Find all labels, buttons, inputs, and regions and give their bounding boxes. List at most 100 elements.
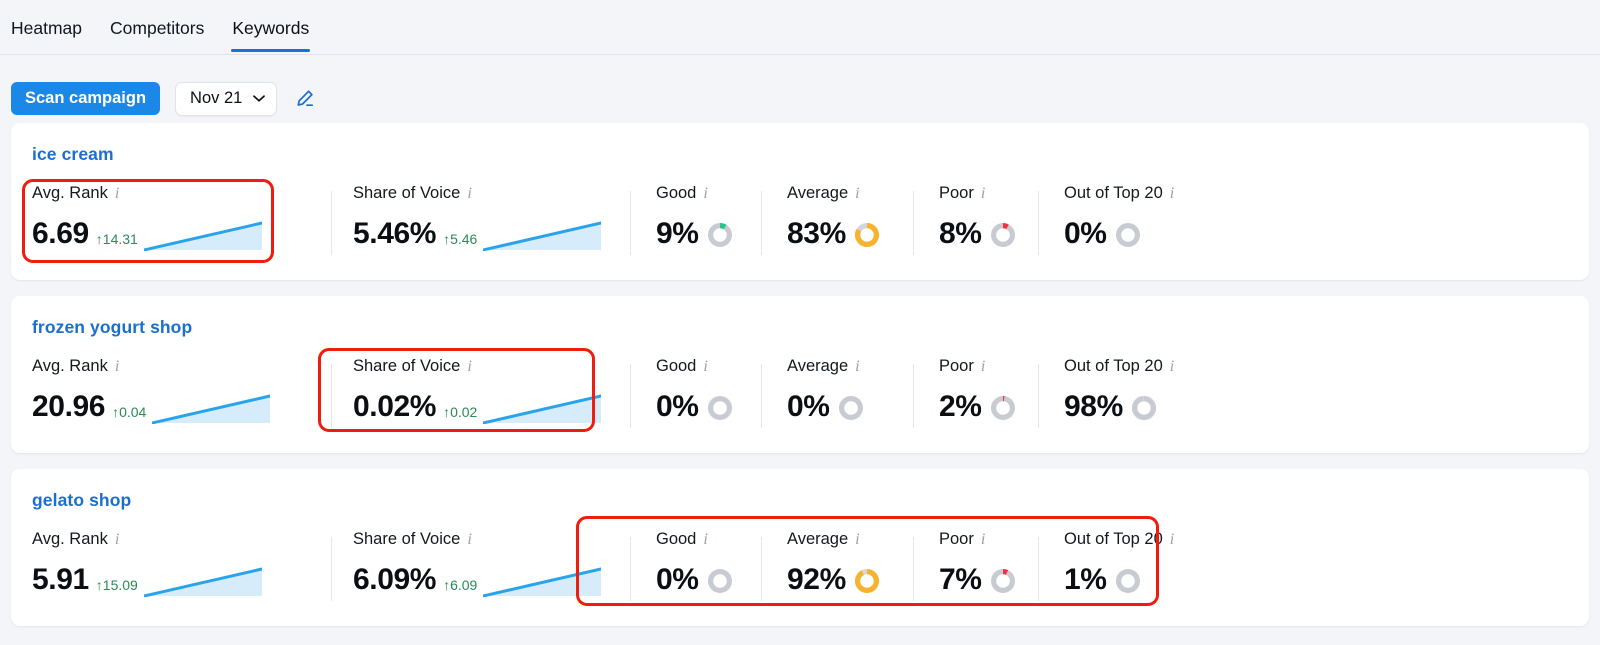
metric-divider [630, 537, 631, 601]
info-icon[interactable]: i [981, 359, 985, 375]
tab-heatmap[interactable]: Heatmap [11, 18, 82, 52]
metric-divider [1038, 537, 1039, 601]
keyword-card: gelato shopAvg. Ranki5.91↑15.09Share of … [11, 469, 1589, 626]
metric-good: Goodi9% [630, 184, 761, 262]
avg-rank-delta: ↑0.04 [112, 404, 146, 420]
metric-avg-rank: Avg. Rank i 5.91 ↑15.09 [32, 530, 331, 608]
metric-divider [1038, 191, 1039, 255]
keyword-title[interactable]: ice cream [32, 144, 114, 165]
info-icon[interactable]: i [467, 186, 471, 202]
avg-rank-delta: ↑15.09 [96, 577, 138, 593]
date-select[interactable]: Nov 21 [175, 82, 277, 116]
info-icon[interactable]: i [467, 532, 471, 548]
good-value: 0% [656, 390, 699, 424]
info-icon[interactable]: i [855, 359, 859, 375]
share-of-voice-delta: ↑0.02 [443, 404, 477, 420]
good-donut [706, 394, 734, 422]
pencil-icon [294, 88, 316, 110]
info-icon[interactable]: i [115, 359, 119, 375]
keyword-card: frozen yogurt shop Avg. Rank i 20.96 ↑0.04 Sh… [11, 296, 1589, 453]
sparkline [144, 567, 262, 597]
metric-avg-rank: Avg. Ranki6.69↑14.31 [32, 184, 331, 262]
scan-campaign-button[interactable]: Scan campaign [11, 82, 160, 115]
share-of-voice-label: Share of Voicei [353, 357, 630, 376]
poor-value: 8% [939, 217, 982, 251]
poor-value: 2% [939, 390, 982, 424]
average-label-text: Average [787, 530, 848, 549]
out-of-top-20-donut [1114, 567, 1142, 595]
out-of-top-20-label-text: Out of Top 20 [1064, 184, 1163, 203]
keyword-title[interactable]: gelato shop [32, 490, 131, 511]
info-icon[interactable]: i [467, 359, 471, 375]
metric-out-of-top-20: Out of Top 20i1% [1038, 530, 1213, 608]
tab-competitors[interactable]: Competitors [110, 18, 204, 52]
avg-rank-value: 20.96 [32, 390, 105, 424]
poor-label: Poori [939, 357, 1038, 376]
out-of-top-20-label-text: Out of Top 20 [1064, 530, 1163, 549]
avg-rank-label: Avg. Rank i [32, 530, 331, 549]
average-label: Average i [787, 530, 913, 549]
metrics-row: Avg. Ranki6.69↑14.31Share of Voicei5.46%… [32, 184, 1589, 262]
average-value: 92% [787, 563, 846, 597]
tab-keywords[interactable]: Keywords [232, 18, 309, 52]
share-of-voice-label-text: Share of Voice [353, 184, 460, 203]
metric-avg-rank: Avg. Rank i 20.96 ↑0.04 [32, 357, 331, 435]
toolbar: Scan campaign Nov 21 [0, 55, 1600, 123]
poor-label: Poori [939, 530, 1038, 549]
good-label: Goodi [656, 530, 761, 549]
share-of-voice-value: 5.46% [353, 217, 436, 251]
info-icon[interactable]: i [703, 532, 707, 548]
good-label-text: Good [656, 184, 696, 203]
out-of-top-20-label: Out of Top 20i [1064, 357, 1213, 376]
metric-divider [913, 364, 914, 428]
metric-share-of-voice: Share of Voicei5.46%↑5.46 [331, 184, 630, 262]
out-of-top-20-label: Out of Top 20 i [1064, 530, 1213, 549]
good-donut [706, 221, 734, 249]
info-icon[interactable]: i [1170, 359, 1174, 375]
average-label: Average i [787, 184, 913, 203]
info-icon[interactable]: i [703, 359, 707, 375]
info-icon[interactable]: i [981, 532, 985, 548]
average-value: 83% [787, 217, 846, 251]
good-label: Goodi [656, 184, 761, 203]
avg-rank-label: Avg. Rank i [32, 357, 331, 376]
average-label-text: Average [787, 184, 848, 203]
poor-donut [989, 221, 1017, 249]
out-of-top-20-donut [1130, 394, 1158, 422]
good-value: 9% [656, 217, 699, 251]
sparkline [483, 221, 601, 251]
chevron-down-icon [253, 95, 265, 102]
avg-rank-label-text: Avg. Rank [32, 357, 108, 376]
metric-divider [761, 537, 762, 601]
info-icon[interactable]: i [855, 186, 859, 202]
share-of-voice-delta: ↑6.09 [443, 577, 477, 593]
metric-average: Average i 83% [761, 184, 913, 262]
metric-divider [761, 364, 762, 428]
avg-rank-label-text: Avg. Rank [32, 530, 108, 549]
metric-share-of-voice: Share of Voicei0.02%↑0.02 [331, 357, 630, 435]
metric-poor: Poori7% [913, 530, 1038, 608]
info-icon[interactable]: i [981, 186, 985, 202]
out-of-top-20-value: 0% [1064, 217, 1107, 251]
info-icon[interactable]: i [855, 532, 859, 548]
info-icon[interactable]: i [1170, 532, 1174, 548]
edit-campaign-button[interactable] [292, 86, 318, 112]
avg-rank-value: 5.91 [32, 563, 89, 597]
metric-average: Averagei0% [761, 357, 913, 435]
metric-poor: Poori 2% [913, 357, 1038, 435]
metric-divider [331, 537, 332, 601]
poor-donut [989, 394, 1017, 422]
poor-donut [989, 567, 1017, 595]
metric-divider [913, 191, 914, 255]
out-of-top-20-value: 98% [1064, 390, 1123, 424]
info-icon[interactable]: i [1170, 186, 1174, 202]
keyword-title[interactable]: frozen yogurt shop [32, 317, 192, 338]
good-donut [706, 567, 734, 595]
info-icon[interactable]: i [703, 186, 707, 202]
poor-label-text: Poor [939, 184, 974, 203]
avg-rank-label-text: Avg. Rank [32, 184, 108, 203]
metrics-row: Avg. Ranki5.91↑15.09Share of Voicei6.09%… [32, 530, 1589, 608]
info-icon[interactable]: i [115, 186, 119, 202]
good-label-text: Good [656, 357, 696, 376]
info-icon[interactable]: i [115, 532, 119, 548]
